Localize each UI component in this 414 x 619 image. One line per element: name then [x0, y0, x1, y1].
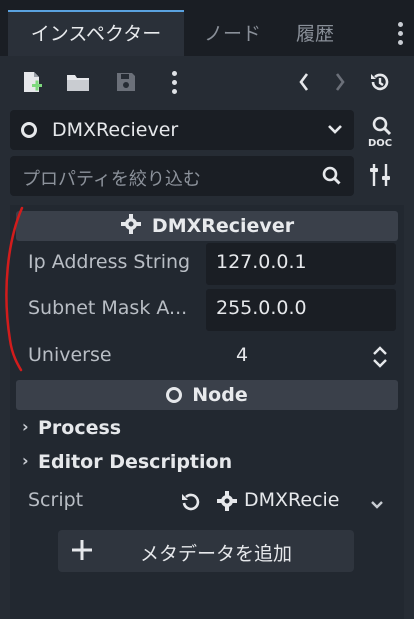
subnet-mask-field[interactable]: 255.0.0.0 [206, 289, 396, 331]
property-label: Ip Address String [28, 251, 191, 273]
add-metadata-label: メタデータを追加 [140, 543, 293, 565]
object-selector[interactable]: DMXReciever [10, 110, 354, 150]
node-section-title: Node [192, 384, 248, 406]
category-editor-description[interactable]: › Editor Description [16, 448, 398, 480]
category-label: Editor Description [38, 451, 233, 473]
property-value: 4 [236, 344, 249, 366]
property-label: Universe [28, 344, 112, 366]
search-icon [322, 166, 342, 190]
script-section-header[interactable]: DMXReciever [16, 211, 398, 241]
tab-menu-icon[interactable] [398, 22, 404, 49]
save-icon[interactable] [112, 68, 140, 96]
property-row-universe: Universe 4 [16, 336, 398, 378]
red-annotation-stroke [0, 200, 30, 379]
tab-inspector[interactable]: インスペクター [8, 10, 184, 56]
property-row-ip-address: Ip Address String 127.0.0.1 [16, 243, 398, 285]
property-value: 255.0.0.0 [216, 297, 307, 319]
open-documentation-icon[interactable]: DOC [364, 114, 400, 150]
script-class-icon [216, 490, 238, 516]
revert-icon[interactable] [180, 491, 202, 517]
universe-spinbox[interactable]: 4 [206, 336, 396, 378]
dock-tabbar: インスペクター ノード 履歴 [0, 0, 414, 56]
node-section-header[interactable]: Node [16, 380, 398, 410]
history-forward-icon[interactable] [326, 68, 354, 96]
svg-text:DOC: DOC [368, 138, 392, 149]
plus-icon [70, 538, 94, 566]
tab-history[interactable]: 履歴 [296, 12, 334, 56]
category-label: Process [38, 417, 122, 439]
chevron-right-icon: › [22, 451, 29, 470]
property-value: 127.0.0.1 [216, 251, 307, 273]
history-back-icon[interactable] [290, 68, 318, 96]
open-folder-icon[interactable] [64, 68, 92, 96]
script-class-icon [120, 213, 142, 240]
script-value[interactable]: DMXRecie [244, 489, 340, 511]
property-label: Subnet Mask A... [28, 297, 188, 319]
new-resource-icon[interactable] [18, 68, 46, 96]
property-filter-input[interactable]: プロパティを絞り込む [10, 156, 354, 196]
ip-address-field[interactable]: 127.0.0.1 [206, 243, 396, 285]
filter-placeholder: プロパティを絞り込む [22, 169, 201, 190]
chevron-down-icon[interactable] [370, 496, 384, 515]
inspector-toolbar [0, 56, 414, 108]
tab-node[interactable]: ノード [204, 12, 261, 56]
node-icon [21, 122, 37, 138]
chevron-right-icon: › [22, 417, 29, 436]
script-section-title: DMXReciever [151, 215, 295, 237]
recent-history-icon[interactable] [366, 68, 394, 96]
object-name: DMXReciever [52, 119, 179, 141]
spin-arrows-icon[interactable] [372, 346, 388, 372]
tune-options-icon[interactable] [368, 162, 392, 192]
node-class-icon [166, 387, 183, 403]
script-property-label: Script [28, 489, 84, 511]
more-options-icon[interactable] [160, 68, 188, 96]
add-metadata-button[interactable]: メタデータを追加 [58, 530, 354, 572]
chevron-down-icon [326, 120, 344, 142]
category-process[interactable]: › Process [16, 414, 398, 446]
property-row-subnet-mask: Subnet Mask A... 255.0.0.0 [16, 289, 398, 331]
